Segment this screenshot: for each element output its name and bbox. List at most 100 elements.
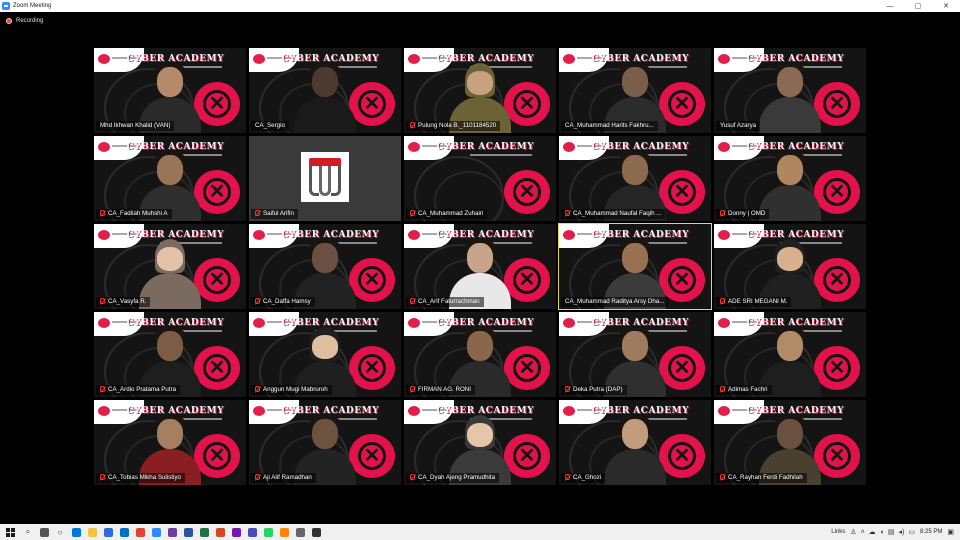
participant-name-text: Deka Putra (DAP) — [573, 386, 623, 393]
participant-name: FIRMAN AG. RONI — [406, 385, 475, 395]
obs-icon[interactable] — [309, 525, 323, 539]
battery-icon[interactable]: ▭ — [908, 528, 915, 536]
participant-tile[interactable]: CYBER ACADEMY ✕ CA_Sergio — [249, 48, 401, 133]
participant-tile[interactable]: CYBER ACADEMY ✕ Adimas Fachri — [714, 312, 866, 397]
onenote-icon[interactable] — [229, 525, 243, 539]
excel-icon[interactable] — [197, 525, 211, 539]
word-icon[interactable] — [181, 525, 195, 539]
network-icon[interactable]: ▤ — [888, 528, 895, 536]
onedrive-icon[interactable]: ☁ — [869, 528, 876, 536]
participant-tile[interactable]: CYBER ACADEMY ✕ CA_Muhammad Raditya Arsy D… — [558, 223, 712, 310]
participant-name: CA_Fadilah Muhshi A — [96, 209, 172, 219]
participant-tile[interactable]: CYBER ACADEMY ✕ Mhd Ikhwan Khalid (VAN) — [94, 48, 246, 133]
title-bar: Zoom Meeting — ▢ ✕ — [0, 0, 960, 12]
participant-name-text: CA_Rayhan Ferdi Fadhilah — [728, 474, 803, 481]
participant-tile[interactable]: CYBER ACADEMY ✕ Anggun Mugi Mabruroh — [249, 312, 401, 397]
start-button[interactable] — [1, 525, 19, 539]
participant-name-text: ADE SRI MEGANI M. — [728, 298, 788, 305]
mic-muted-icon — [410, 386, 415, 392]
participant-name: CA_Arif Faturrachman — [406, 297, 484, 307]
participant-name-text: CA_Dyah Ajeng Pramudhita — [418, 474, 496, 481]
window-title: Zoom Meeting — [13, 3, 52, 9]
participant-tile[interactable]: CYBER ACADEMY ✕ CA_Ardio Pratama Putra — [94, 312, 246, 397]
participant-tile[interactable]: CYBER ACADEMY ✕ ADE SRI MEGANI M. — [714, 224, 866, 309]
participant-tile[interactable]: Saiful Arifin — [249, 136, 401, 221]
minimize-button[interactable]: — — [876, 0, 904, 12]
participant-tile[interactable]: CYBER ACADEMY ✕ Yusuf Azarya — [714, 48, 866, 133]
store-icon[interactable] — [101, 525, 115, 539]
participant-name-text: CA_Sergio — [255, 122, 285, 129]
participant-name: Deka Putra (DAP) — [561, 385, 627, 395]
explorer-icon[interactable] — [85, 525, 99, 539]
mail-icon[interactable] — [117, 525, 131, 539]
participant-tile[interactable]: CYBER ACADEMY ✕ Deka Putra (DAP) — [559, 312, 711, 397]
mic-muted-icon — [565, 474, 570, 480]
mic-muted-icon — [100, 210, 105, 216]
participant-tile[interactable]: CYBER ACADEMY ✕ CA_Dyah Ajeng Pramudhita — [404, 400, 556, 485]
participant-name-text: CA_Muhammad Raditya Arsy Dha... — [565, 298, 665, 305]
chrome-icon[interactable] — [133, 525, 147, 539]
vlc-icon[interactable] — [277, 525, 291, 539]
search-icon[interactable]: ⌕ — [21, 525, 35, 539]
participant-name-text: Anggun Mugi Mabruroh — [263, 386, 328, 393]
system-tray: Links ♙ ˄ ☁ ◖ ▤ ◂) ▭ 8:25 PM ▣ — [828, 524, 960, 540]
participant-name-text: Adimas Fachri — [728, 386, 768, 393]
chevron-up-icon[interactable]: ˄ — [861, 529, 865, 536]
people-icon[interactable]: ♙ — [850, 528, 856, 536]
participant-name: ADE SRI MEGANI M. — [716, 297, 792, 307]
participant-tile[interactable]: CYBER ACADEMY ✕ CA_Muhammad Harits Fakhru.… — [559, 48, 711, 133]
participant-name: Aji Alif Ramadhan — [251, 473, 316, 483]
zoom-icon[interactable] — [149, 525, 163, 539]
mic-muted-icon — [255, 298, 260, 304]
photos-icon[interactable] — [165, 525, 179, 539]
participant-name-text: FIRMAN AG. RONI — [418, 386, 471, 393]
participant-name-text: Aji Alif Ramadhan — [263, 474, 312, 481]
powerpoint-icon[interactable] — [213, 525, 227, 539]
participant-tile[interactable]: CYBER ACADEMY ✕ Donny | OMD — [714, 136, 866, 221]
edge-icon[interactable] — [69, 525, 83, 539]
close-button[interactable]: ✕ — [932, 0, 960, 12]
participant-tile[interactable]: CYBER ACADEMY ✕ CA_Vasyfa R. — [94, 224, 246, 309]
participant-name: CA_Dyah Ajeng Pramudhita — [406, 473, 500, 483]
participant-tile[interactable]: CYBER ACADEMY ✕ CA_Muhammad Zuhairi — [404, 136, 556, 221]
mic-muted-icon — [720, 298, 725, 304]
participant-name: Mhd Ikhwan Khalid (VAN) — [96, 121, 175, 131]
mic-muted-icon — [100, 298, 105, 304]
recording-indicator[interactable]: Recording — [0, 12, 960, 30]
university-logo-icon — [301, 152, 349, 202]
settings-icon[interactable] — [293, 525, 307, 539]
participant-name: Anggun Mugi Mabruroh — [251, 385, 332, 395]
participant-video — [600, 413, 670, 485]
clock[interactable]: 8:25 PM — [920, 529, 942, 535]
participant-name: CA_Vasyfa R. — [96, 297, 151, 307]
window-controls: — ▢ ✕ — [876, 0, 960, 12]
zoom-app-icon — [2, 2, 10, 10]
participant-tile[interactable]: CYBER ACADEMY ✕ CA_Fadilah Muhshi A — [94, 136, 246, 221]
participant-tile[interactable]: CYBER ACADEMY ✕ CA_Daffa Hamsy — [249, 224, 401, 309]
participant-tile[interactable]: CYBER ACADEMY ✕ Aji Alif Ramadhan — [249, 400, 401, 485]
participant-name: Saiful Arifin — [251, 209, 298, 219]
participant-tile[interactable]: CYBER ACADEMY ✕ Pulung Nola B._1101184520 — [404, 48, 556, 133]
participant-tile[interactable]: CYBER ACADEMY ✕ CA_Rayhan Ferdi Fadhilah — [714, 400, 866, 485]
taskbar-apps: ⌕ ○ — [20, 525, 324, 539]
task-view-icon[interactable] — [37, 525, 51, 539]
participant-name-text: CA_Ardio Pratama Putra — [108, 386, 177, 393]
participant-tile[interactable]: CYBER ACADEMY ✕ CA_Arif Faturrachman — [404, 224, 556, 309]
windows-taskbar: ⌕ ○ Links ♙ ˄ ☁ ◖ ▤ ◂) ▭ 8:25 PM ▣ — [0, 524, 960, 540]
participant-tile[interactable]: CYBER ACADEMY ✕ FIRMAN AG. RONI — [404, 312, 556, 397]
notification-icon[interactable]: ▣ — [947, 528, 954, 536]
participant-name-text: CA_Muhammad Harits Fakhru... — [565, 122, 654, 129]
mic-muted-icon — [410, 474, 415, 480]
teams-icon[interactable] — [245, 525, 259, 539]
participant-tile[interactable]: CYBER ACADEMY ✕ CA_Muhammad Naufal Faqih .… — [559, 136, 711, 221]
whatsapp-icon[interactable] — [261, 525, 275, 539]
microphone-icon[interactable]: ◖ — [880, 529, 884, 536]
links-toolbar[interactable]: Links — [831, 529, 845, 535]
cortana-icon[interactable]: ○ — [53, 525, 67, 539]
participant-tile[interactable]: CYBER ACADEMY ✕ CA_Ghozi — [559, 400, 711, 485]
volume-icon[interactable]: ◂) — [899, 528, 905, 536]
participant-name: CA_Rayhan Ferdi Fadhilah — [716, 473, 807, 483]
participant-tile[interactable]: CYBER ACADEMY ✕ CA_Tobias Mikha Sulistiyo — [94, 400, 246, 485]
participant-name-text: CA_Fadilah Muhshi A — [108, 210, 168, 217]
maximize-button[interactable]: ▢ — [904, 0, 932, 12]
